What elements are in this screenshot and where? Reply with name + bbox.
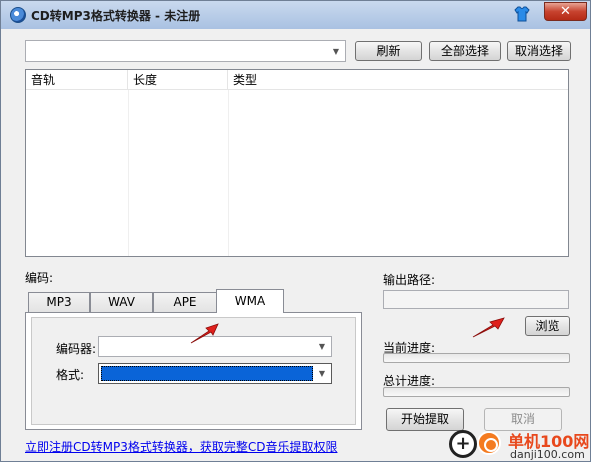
chevron-down-icon[interactable]: ▼ <box>329 41 343 61</box>
output-path-field[interactable] <box>383 290 569 309</box>
watermark-subtitle: danji100.com <box>510 448 585 461</box>
column-header-length[interactable]: 长度 <box>128 70 228 90</box>
encoding-label: 编码: <box>25 271 54 285</box>
chevron-down-icon[interactable]: ▼ <box>315 364 329 383</box>
main-window: CD转MP3格式转换器 - 未注册 ✕ ▼ 刷新 全部选择 取消选择 音轨 长度… <box>0 0 591 462</box>
browse-button[interactable]: 浏览 <box>525 316 570 336</box>
total-progress-bar <box>383 387 570 397</box>
track-list-header: 音轨 长度 类型 <box>26 70 568 90</box>
orange-circle-icon <box>477 431 501 455</box>
drive-select[interactable]: ▼ <box>25 40 346 62</box>
refresh-button[interactable]: 刷新 <box>355 41 422 61</box>
deselect-button[interactable]: 取消选择 <box>507 41 571 61</box>
tab-ape[interactable]: APE <box>153 292 217 312</box>
register-link[interactable]: 立即注册CD转MP3格式转换器，获取完整CD音乐提取权限 <box>25 438 337 455</box>
cd-disc-icon <box>10 7 26 23</box>
tab-mp3[interactable]: MP3 <box>28 292 90 312</box>
close-button[interactable]: ✕ <box>544 2 587 21</box>
title-bar[interactable]: CD转MP3格式转换器 - 未注册 ✕ <box>1 1 590 29</box>
watermark-logo: + 单机100网 danji100.com <box>447 426 591 463</box>
column-header-track[interactable]: 音轨 <box>26 70 128 90</box>
window-title: CD转MP3格式转换器 - 未注册 <box>31 9 201 23</box>
format-select-highlight <box>101 366 313 381</box>
track-list[interactable]: 音轨 长度 类型 <box>25 69 569 257</box>
red-arrow-icon <box>472 317 505 338</box>
tab-wma[interactable]: WMA <box>216 289 284 313</box>
select-all-button[interactable]: 全部选择 <box>429 41 501 61</box>
plus-icon: + <box>449 430 477 458</box>
format-label: 格式: <box>56 368 85 382</box>
red-arrow-icon <box>190 323 219 344</box>
chevron-down-icon[interactable]: ▼ <box>315 337 329 356</box>
column-divider <box>228 90 229 256</box>
current-progress-bar <box>383 353 570 363</box>
tshirt-icon[interactable] <box>513 5 531 23</box>
tab-wav[interactable]: WAV <box>90 292 153 312</box>
output-path-label: 输出路径: <box>383 273 436 287</box>
column-divider <box>128 90 129 256</box>
encoder-label: 编码器: <box>56 342 97 356</box>
format-select[interactable]: ▼ <box>98 363 332 384</box>
column-header-type[interactable]: 类型 <box>228 70 568 90</box>
